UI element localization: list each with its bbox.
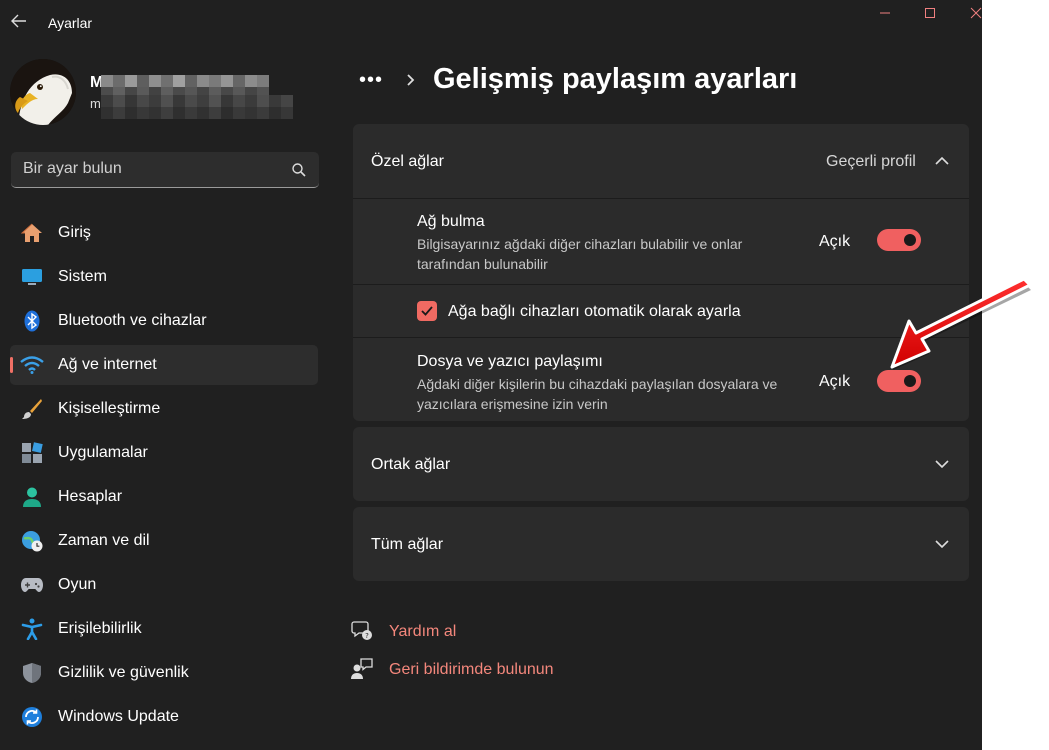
public-networks-title: Ortak ağlar [371,456,451,473]
sidebar-nav: Giriş Sistem Bluetooth ve cihazlar Ağ ve… [10,213,318,741]
account-icon [20,486,44,508]
auto-setup-checkbox[interactable] [417,301,437,321]
divider [353,198,969,199]
sidebar-item-apps[interactable]: Uygulamalar [10,433,318,473]
search-icon[interactable] [291,162,307,178]
checkmark-icon [421,306,433,316]
title-bar: Ayarlar [0,0,982,46]
redacted-email-mask [101,95,293,119]
network-discovery-title: Ağ bulma [417,213,485,230]
sidebar-item-network[interactable]: Ağ ve internet [10,345,318,385]
sidebar-item-label: Bluetooth ve cihazlar [58,312,207,329]
search-input[interactable] [23,152,283,186]
settings-window: Ayarlar M m Bir ayar bulun Giriş Sistem … [0,0,982,750]
page-title: Gelişmiş paylaşım ayarları [433,63,798,95]
home-icon [20,222,44,244]
sidebar-item-label: Gizlilik ve güvenlik [58,664,189,681]
help-link-text[interactable]: Yardım al [389,623,456,641]
minimize-icon [880,12,890,14]
chevron-right-icon [407,74,415,86]
sidebar-item-label: Hesaplar [58,488,123,505]
sidebar-item-gaming[interactable]: Oyun [10,565,318,605]
sidebar-item-time-language[interactable]: Zaman ve dil [10,521,318,561]
private-networks-title: Özel ağlar [371,153,444,170]
sidebar-item-label: Erişilebilirlik [58,620,142,637]
sidebar-item-privacy-security[interactable]: Gizlilik ve güvenlik [10,653,318,693]
chevron-down-icon[interactable] [935,459,949,469]
user-email: m [90,96,101,111]
feedback-icon [351,658,373,679]
search-box [11,152,319,188]
shield-icon [20,662,44,684]
sidebar-item-home[interactable]: Giriş [10,213,318,253]
bluetooth-icon [20,310,44,332]
close-icon [970,7,982,19]
sidebar-item-label: Giriş [58,224,91,241]
close-button[interactable] [964,4,982,22]
avatar[interactable] [10,59,76,125]
maximize-icon [925,8,935,18]
system-display-icon [20,266,44,288]
private-networks-header[interactable]: Özel ağlar Geçerli profil [353,124,969,198]
update-icon [20,706,44,728]
all-networks-title: Tüm ağlar [371,536,444,553]
network-discovery-description: Bilgisayarınız ağdaki diğer cihazları bu… [417,236,743,272]
paintbrush-icon [20,398,44,420]
file-printer-sharing-title: Dosya ve yazıcı paylaşımı [417,353,603,370]
gamepad-icon [20,574,44,596]
divider [353,337,969,338]
wifi-icon [20,354,44,376]
divider [353,284,969,285]
auto-setup-label: Ağa bağlı cihazları otomatik olarak ayar… [448,303,741,320]
toggle-knob [904,375,916,387]
apps-icon [20,442,44,464]
file-printer-sharing-state-label: Açık [819,373,851,390]
arrow-left-icon [11,14,26,28]
chevron-up-icon[interactable] [935,156,949,166]
minimize-button[interactable] [873,4,897,22]
file-printer-sharing-toggle[interactable] [877,370,921,392]
back-button[interactable] [8,10,30,32]
sidebar-item-label: Kişiselleştirme [58,400,161,417]
network-discovery-toggle[interactable] [877,229,921,251]
network-discovery-state-label: Açık [819,233,851,250]
sidebar-item-label: Sistem [58,268,107,285]
sidebar-item-bluetooth[interactable]: Bluetooth ve cihazlar [10,301,318,341]
sidebar-item-label: Windows Update [58,708,179,725]
all-networks-card[interactable]: Tüm ağlar [353,507,969,581]
sidebar-item-system[interactable]: Sistem [10,257,318,297]
globe-clock-icon [20,530,44,552]
maximize-button[interactable] [918,4,942,22]
file-printer-sharing-description: Ağdaki diğer kişilerin bu cihazdaki payl… [417,376,778,412]
sidebar-item-accounts[interactable]: Hesaplar [10,477,318,517]
help-chat-icon: ? [351,621,372,640]
public-networks-card[interactable]: Ortak ağlar [353,427,969,501]
chevron-down-icon[interactable] [935,539,949,549]
sidebar-item-personalization[interactable]: Kişiselleştirme [10,389,318,429]
private-networks-card: Özel ağlar Geçerli profil Ağ bulma Bilgi… [353,124,969,421]
eagle-avatar-image [10,59,76,125]
toggle-knob [904,234,916,246]
app-title: Ayarlar [48,15,93,31]
sidebar-item-windows-update[interactable]: Windows Update [10,697,318,737]
sidebar-item-label: Ağ ve internet [58,356,157,373]
feedback-link-text[interactable]: Geri bildirimde bulunun [389,661,554,679]
accessibility-icon [20,618,44,640]
current-profile-label: Geçerli profil [826,153,916,170]
breadcrumb-more-button[interactable]: ••• [354,64,388,96]
sidebar-item-label: Uygulamalar [58,444,148,461]
svg-text:?: ? [365,632,369,640]
sidebar-item-accessibility[interactable]: Erişilebilirlik [10,609,318,649]
sidebar-item-label: Oyun [58,576,97,593]
sidebar-item-label: Zaman ve dil [58,532,150,549]
